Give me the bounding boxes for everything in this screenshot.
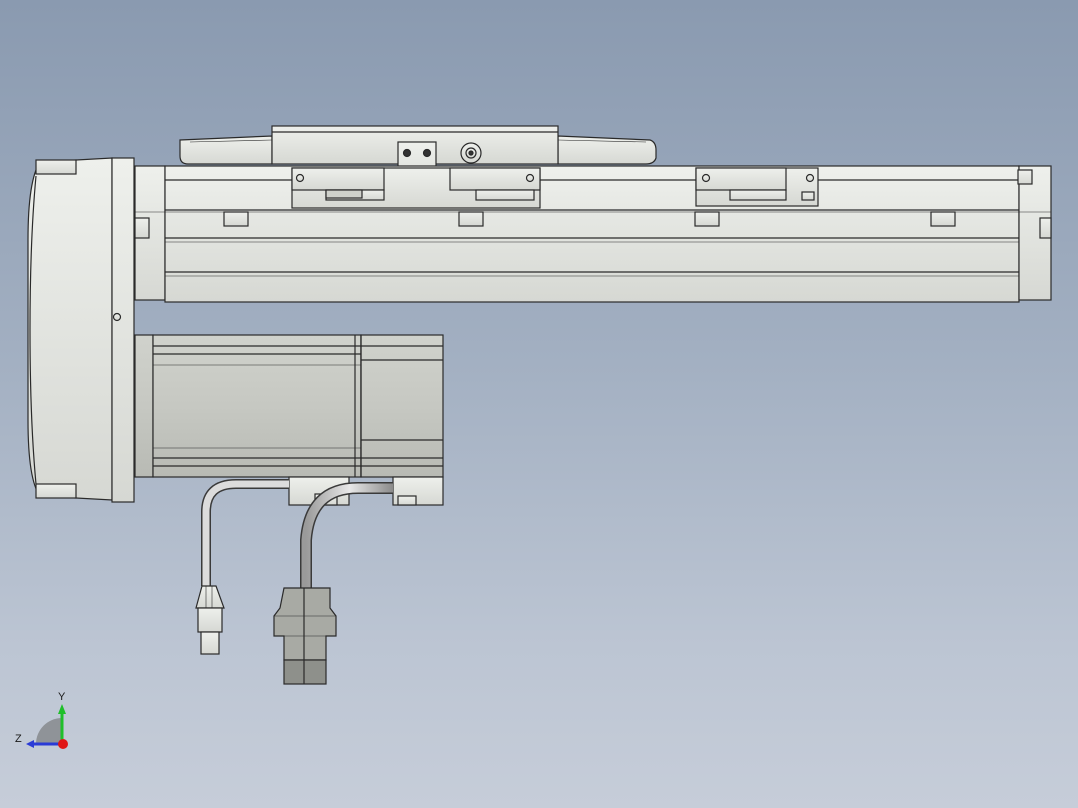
- origin-marker: [58, 739, 68, 749]
- carriage-block-left: [291, 167, 541, 209]
- triad-label-z: Z: [15, 733, 22, 745]
- end-cover: [27, 157, 135, 503]
- carriage-block-right: [695, 167, 819, 207]
- encoder-cable: [201, 479, 289, 586]
- orientation-triad: Y Z: [15, 691, 68, 749]
- adjust-screw: [460, 142, 482, 164]
- power-connector: [273, 587, 337, 685]
- cad-viewport[interactable]: Y Z: [0, 0, 1078, 808]
- triad-label-y: Y: [58, 691, 66, 703]
- actuator-body: [134, 165, 1052, 303]
- model-drawing: Y Z: [15, 125, 1052, 749]
- cable-gland-right: [392, 476, 444, 506]
- servo-motor: [134, 334, 444, 478]
- encoder-connector: [195, 585, 225, 655]
